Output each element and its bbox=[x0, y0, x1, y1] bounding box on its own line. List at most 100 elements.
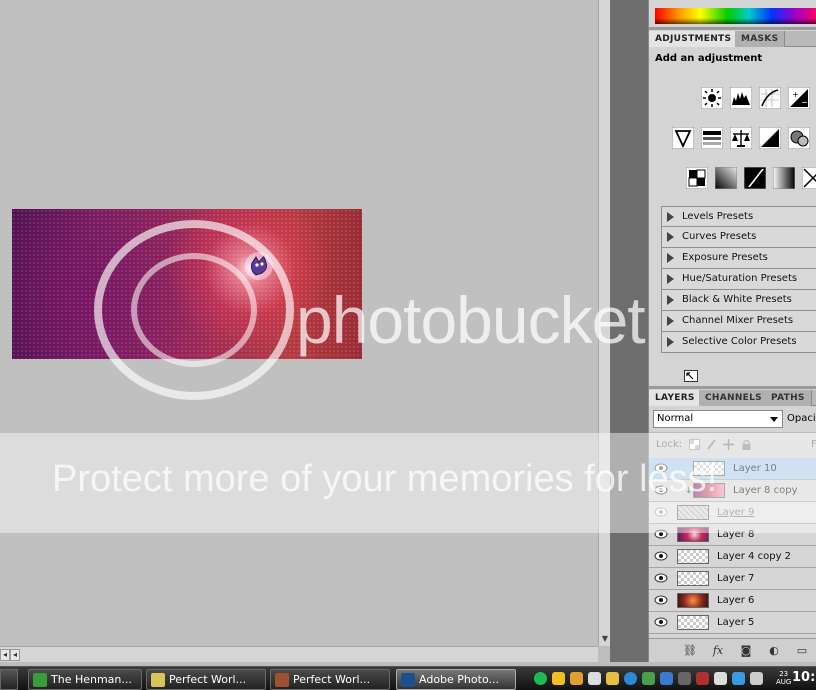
taskbar-item-photoshop[interactable]: Adobe Photo... bbox=[396, 669, 516, 690]
tab-paths[interactable]: PATHS bbox=[765, 390, 812, 406]
invert-icon[interactable] bbox=[686, 167, 708, 189]
scroll-left-icon[interactable]: ◂ bbox=[10, 649, 20, 661]
tab-adjustments[interactable]: ADJUSTMENTS bbox=[649, 31, 739, 47]
spotify-icon[interactable] bbox=[534, 672, 547, 685]
security-icon[interactable] bbox=[696, 672, 709, 685]
layer-row[interactable]: Layer 5 bbox=[649, 612, 816, 634]
volume-icon[interactable] bbox=[750, 672, 763, 685]
aim-icon[interactable] bbox=[552, 672, 565, 685]
taskbar-item-perfect-world-2[interactable]: Perfect Worl... bbox=[270, 669, 390, 690]
watermark-brand: photobucket bbox=[296, 283, 646, 357]
monitor-icon[interactable] bbox=[714, 672, 727, 685]
layer-style-icon[interactable]: fx bbox=[711, 644, 725, 658]
clock-date: 23 AUG bbox=[776, 670, 791, 686]
brightness-contrast-icon[interactable] bbox=[701, 87, 723, 109]
taskbar-item-henman[interactable]: The Henman... bbox=[28, 669, 142, 690]
exposure-icon[interactable]: + − bbox=[788, 87, 810, 109]
messenger-tray-icon[interactable] bbox=[570, 672, 583, 685]
preset-exposure[interactable]: Exposure Presets bbox=[661, 248, 816, 269]
link-layers-icon[interactable]: ⛓ bbox=[683, 644, 697, 658]
expand-triangle-icon bbox=[667, 212, 674, 222]
opacity-label: Opaci bbox=[787, 413, 816, 424]
display-icon[interactable] bbox=[588, 672, 601, 685]
gradient-map-icon[interactable] bbox=[773, 167, 795, 189]
taskbar-scroll-button[interactable] bbox=[0, 669, 18, 690]
expand-triangle-icon bbox=[667, 253, 674, 263]
tab-masks[interactable]: MASKS bbox=[735, 31, 786, 47]
adjustment-presets-list: Levels Presets Curves Presets Exposure P… bbox=[661, 206, 816, 353]
taskbar-item-label: Adobe Photo... bbox=[419, 673, 499, 686]
blend-mode-select[interactable]: Normal bbox=[653, 410, 783, 428]
new-group-icon[interactable]: ▭ bbox=[795, 644, 809, 658]
add-mask-icon[interactable]: ◙ bbox=[739, 644, 753, 658]
connection-icon[interactable] bbox=[732, 672, 745, 685]
horizontal-scrollbar[interactable]: ◂ ◂ bbox=[0, 646, 598, 662]
scroll-down-icon[interactable]: ▼ bbox=[600, 634, 610, 644]
taskbar-item-label: Perfect Worl... bbox=[169, 673, 247, 686]
layers-footer-toolbar: ⛓ fx ◙ ◐ ▭ bbox=[649, 638, 816, 662]
expand-view-icon[interactable] bbox=[684, 370, 698, 382]
hue-saturation-icon[interactable] bbox=[701, 127, 723, 149]
eye-icon[interactable] bbox=[654, 551, 668, 561]
blend-mode-value: Normal bbox=[657, 413, 694, 424]
expand-triangle-icon bbox=[667, 274, 674, 284]
svg-text:−: − bbox=[801, 98, 808, 107]
new-adjustment-layer-icon[interactable]: ◐ bbox=[767, 644, 781, 658]
tab-channels[interactable]: CHANNELS bbox=[699, 390, 769, 406]
system-tray: 23 AUG 10: bbox=[528, 669, 816, 690]
panel-divider bbox=[649, 27, 816, 30]
adjustment-row-3 bbox=[686, 167, 816, 189]
expand-triangle-icon bbox=[667, 295, 674, 305]
layer-name[interactable]: Layer 6 bbox=[717, 595, 754, 606]
adjustment-row-1: + − bbox=[701, 87, 816, 109]
eye-icon[interactable] bbox=[654, 573, 668, 583]
selective-color-icon[interactable] bbox=[802, 167, 816, 189]
posterize-icon[interactable] bbox=[715, 167, 737, 189]
taskbar-item-perfect-world-1[interactable]: Perfect Worl... bbox=[146, 669, 266, 690]
layer-name[interactable]: Layer 5 bbox=[717, 617, 754, 628]
expand-triangle-icon bbox=[667, 232, 674, 242]
scroll-left-end-icon[interactable]: ◂ bbox=[0, 649, 10, 661]
layer-name[interactable]: Layer 4 copy 2 bbox=[717, 551, 791, 562]
preset-channel-mixer[interactable]: Channel Mixer Presets bbox=[661, 311, 816, 332]
notepad-icon bbox=[151, 673, 165, 687]
windows-taskbar: The Henman... Perfect Worl... Perfect Wo… bbox=[0, 666, 816, 690]
preset-hue-saturation[interactable]: Hue/Saturation Presets bbox=[661, 269, 816, 290]
threshold-icon[interactable] bbox=[744, 167, 766, 189]
layer-row[interactable]: Layer 7 bbox=[649, 568, 816, 590]
update-icon[interactable] bbox=[624, 672, 637, 685]
adjustments-title: Add an adjustment bbox=[655, 53, 763, 64]
color-spectrum-bar[interactable] bbox=[655, 8, 816, 24]
layer-row[interactable]: Layer 6 bbox=[649, 590, 816, 612]
folder-icon[interactable] bbox=[606, 672, 619, 685]
preset-selective-color[interactable]: Selective Color Presets bbox=[661, 332, 816, 353]
levels-icon[interactable] bbox=[730, 87, 752, 109]
clock-month: AUG bbox=[776, 678, 792, 686]
panels-column: ADJUSTMENTS MASKS Add an adjustment +− bbox=[648, 0, 816, 662]
messenger-icon bbox=[33, 673, 47, 687]
layer-thumbnail bbox=[677, 549, 709, 564]
chat-icon[interactable] bbox=[660, 672, 673, 685]
clock-day: 23 bbox=[779, 670, 789, 678]
layer-name[interactable]: Layer 7 bbox=[717, 573, 754, 584]
preset-curves[interactable]: Curves Presets bbox=[661, 227, 816, 248]
svg-text:+: + bbox=[792, 90, 799, 99]
network-icon[interactable] bbox=[642, 672, 655, 685]
photoshop-icon bbox=[401, 673, 415, 687]
adjustments-tabbar: ADJUSTMENTS MASKS bbox=[649, 31, 816, 47]
black-white-icon[interactable] bbox=[759, 127, 781, 149]
tab-layers[interactable]: LAYERS bbox=[649, 390, 702, 406]
clock-time[interactable]: 10: bbox=[792, 670, 815, 685]
layer-row[interactable]: Layer 4 copy 2 bbox=[649, 546, 816, 568]
vibrance-icon[interactable] bbox=[672, 127, 694, 149]
preset-levels[interactable]: Levels Presets bbox=[661, 206, 816, 227]
eye-icon[interactable] bbox=[654, 617, 668, 627]
curves-icon[interactable] bbox=[759, 87, 781, 109]
photo-filter-icon[interactable] bbox=[788, 127, 810, 149]
panel-divider bbox=[649, 386, 816, 389]
eye-icon[interactable] bbox=[654, 595, 668, 605]
device-icon[interactable] bbox=[678, 672, 691, 685]
preset-black-white[interactable]: Black & White Presets bbox=[661, 290, 816, 311]
layers-tabbar: LAYERS CHANNELS PATHS bbox=[649, 390, 816, 406]
color-balance-icon[interactable] bbox=[730, 127, 752, 149]
